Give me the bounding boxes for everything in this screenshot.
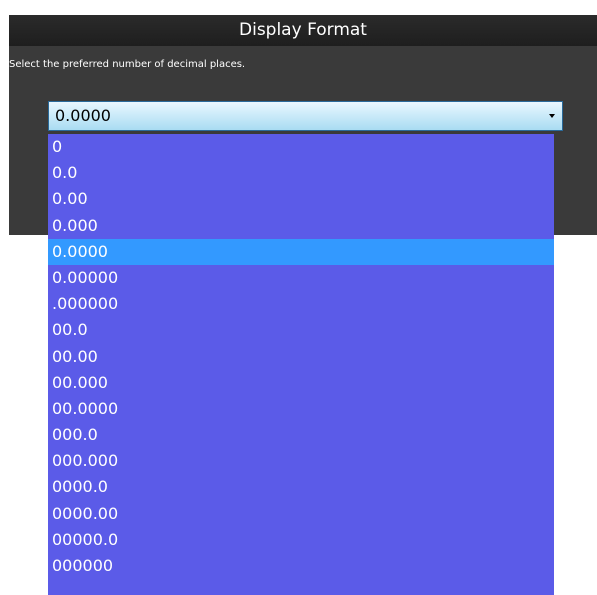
dropdown-option[interactable]: .000000 [48, 291, 554, 317]
dropdown-option[interactable]: 0.000 [48, 213, 554, 239]
dropdown-option-selected[interactable]: 0.0000 [48, 238, 554, 265]
dropdown-option[interactable]: 0.00000 [48, 265, 554, 291]
dropdown-option[interactable]: 000.0 [48, 422, 554, 448]
instruction-text: Select the preferred number of decimal p… [9, 59, 246, 70]
decimal-places-select[interactable]: 0.0000 [48, 101, 563, 131]
dropdown-option[interactable]: 00.00 [48, 344, 554, 370]
dropdown-option[interactable]: 0000.0 [48, 474, 554, 500]
dropdown-option[interactable]: 0.00 [48, 186, 554, 212]
dropdown-option[interactable]: 00000.0 [48, 527, 554, 553]
dropdown-option[interactable]: 000000 [48, 553, 554, 579]
chevron-down-icon[interactable] [549, 114, 555, 118]
dropdown-option[interactable]: 0.0 [48, 160, 554, 186]
dropdown-options-list[interactable]: 0 0.0 0.00 0.000 0.0000 0.00000 .000000 … [48, 134, 554, 595]
dropdown-option[interactable]: 00.000 [48, 370, 554, 396]
dropdown-option[interactable]: 00.0000 [48, 396, 554, 422]
select-current-value: 0.0000 [55, 106, 111, 125]
dropdown-option[interactable]: 0 [48, 134, 554, 160]
dialog-title: Display Format [9, 15, 597, 46]
dropdown-option[interactable]: 0000.00 [48, 501, 554, 527]
dropdown-option[interactable]: 00.0 [48, 317, 554, 343]
dropdown-option[interactable]: 000.000 [48, 448, 554, 474]
